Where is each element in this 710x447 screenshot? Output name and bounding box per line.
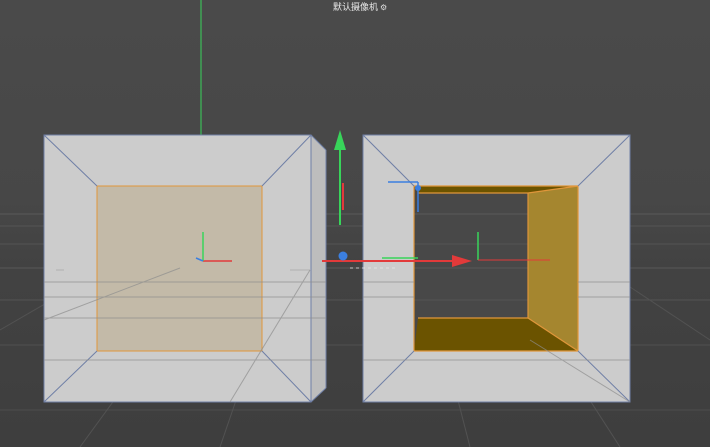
3d-viewport[interactable]: 默认摄像机 ⚙ — [0, 0, 710, 447]
camera-settings-icon[interactable]: ⚙ — [380, 1, 387, 15]
active-camera-label[interactable]: 默认摄像机 ⚙ — [333, 1, 387, 15]
left-cube-object[interactable] — [43, 134, 327, 403]
viewport-scene[interactable] — [0, 0, 710, 447]
right-cube-object[interactable] — [362, 134, 631, 403]
camera-name-text: 默认摄像机 — [333, 3, 379, 13]
gizmo-center-handle — [338, 251, 348, 261]
y-axis-arrow-handle — [334, 130, 346, 150]
